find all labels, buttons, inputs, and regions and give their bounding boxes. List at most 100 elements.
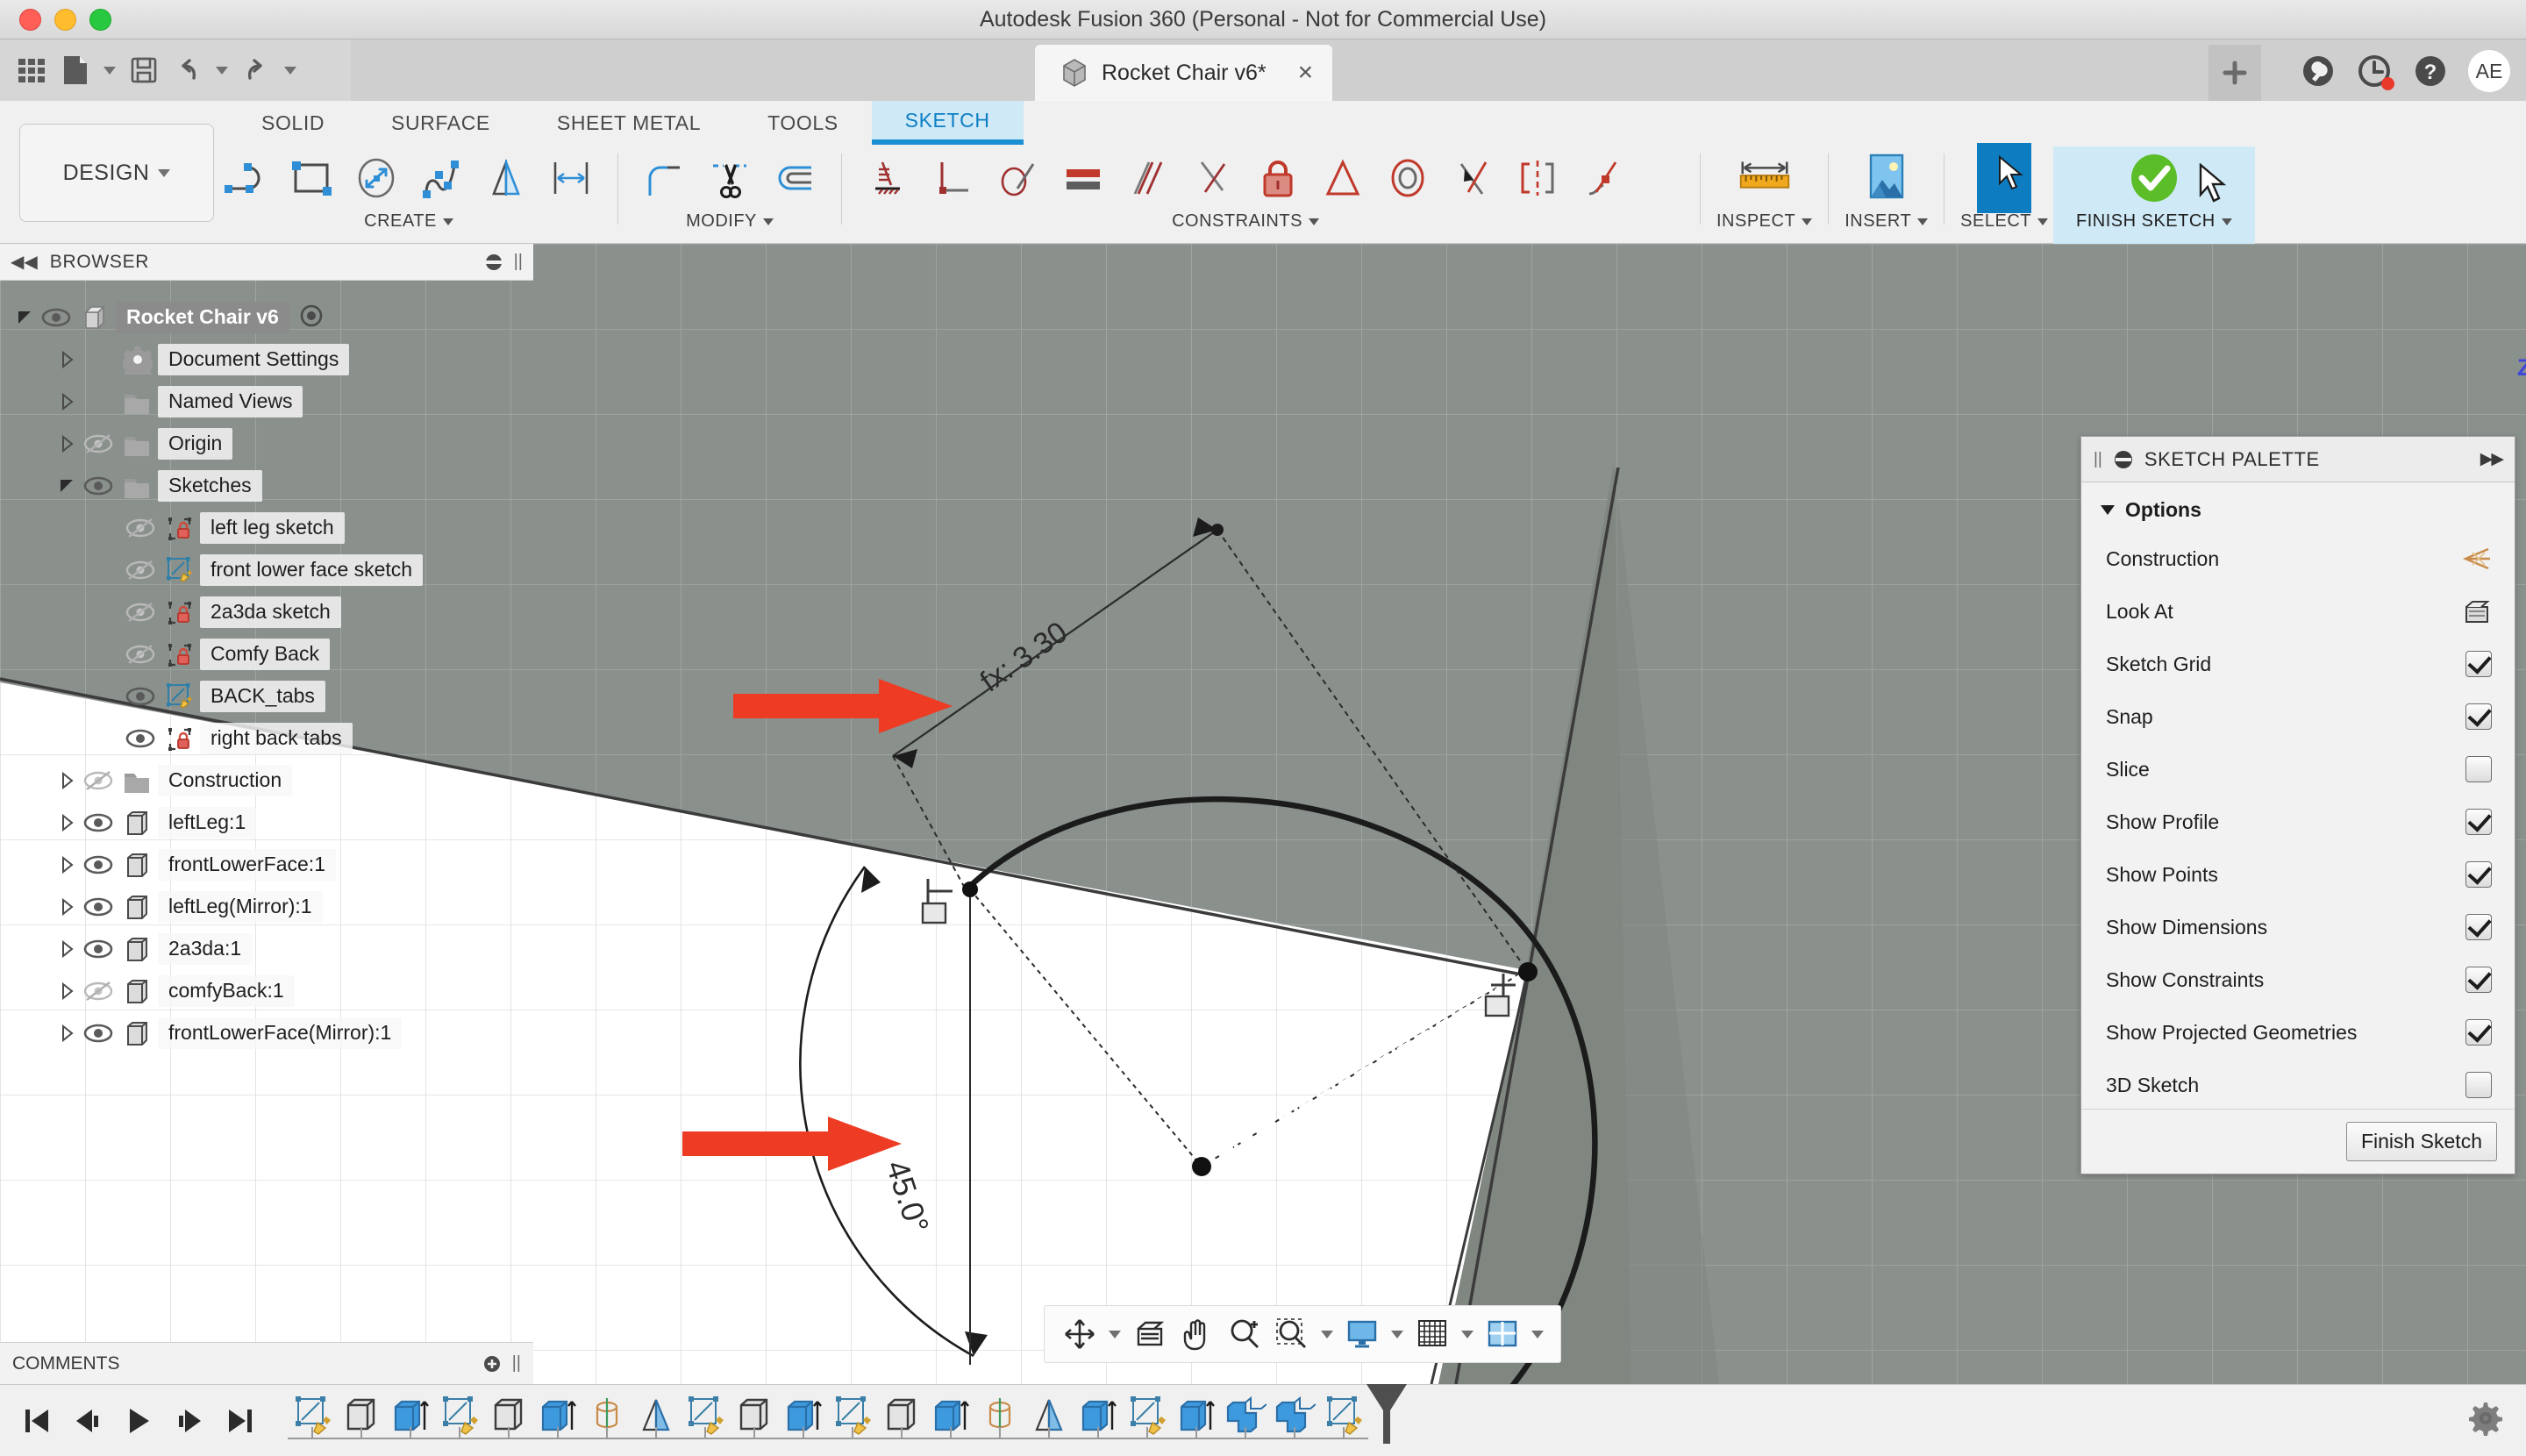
visibility-eye-icon[interactable] xyxy=(83,811,113,834)
pan-icon[interactable] xyxy=(1174,1310,1220,1359)
visibility-toggle[interactable] xyxy=(121,517,160,539)
go-to-end-icon[interactable] xyxy=(223,1402,258,1440)
concentric-icon[interactable] xyxy=(1377,147,1438,209)
timeline-feature-sketch-3[interactable] xyxy=(435,1395,484,1447)
parallel-icon[interactable] xyxy=(1117,147,1179,209)
ribbon-group-constraints-label[interactable]: CONSTRAINTS xyxy=(1172,211,1319,232)
file-icon[interactable] xyxy=(56,49,95,91)
close-icon[interactable]: × xyxy=(1298,60,1314,86)
browser-item-front-lower-face-sketch[interactable]: front lower face sketch xyxy=(0,549,533,591)
midpoint-icon[interactable] xyxy=(1312,147,1374,209)
visibility-toggle[interactable] xyxy=(79,938,118,960)
expand-arrow-icon[interactable] xyxy=(56,981,79,1001)
look-at-icon[interactable] xyxy=(2462,597,2492,625)
browser-item-rocket-chair-v6[interactable]: Rocket Chair v6 xyxy=(0,296,533,339)
visibility-toggle[interactable] xyxy=(79,896,118,918)
display-settings-caret[interactable] xyxy=(1387,1310,1408,1359)
expand-arrow-icon[interactable] xyxy=(56,392,79,411)
timeline-feature-sketch-21[interactable] xyxy=(1319,1395,1368,1447)
visibility-eye-icon[interactable] xyxy=(125,685,155,708)
display-settings-icon[interactable] xyxy=(1339,1310,1385,1359)
tab-surface[interactable]: SURFACE xyxy=(358,101,524,145)
palette-option-3d-sketch[interactable]: 3D Sketch xyxy=(2081,1059,2515,1111)
comments-resize-handle[interactable]: || xyxy=(512,1353,521,1374)
palette-option-snap[interactable]: Snap xyxy=(2081,690,2515,743)
timeline-feature-extrude-13[interactable] xyxy=(926,1395,975,1447)
perpendicular-icon[interactable] xyxy=(923,147,984,209)
chevron-down-icon[interactable] xyxy=(1917,218,1929,225)
grid-snaps-icon[interactable] xyxy=(1409,1310,1455,1359)
timeline-feature-sketch-11[interactable] xyxy=(828,1395,877,1447)
timeline-settings-button[interactable] xyxy=(2468,1401,2526,1440)
expand-palette-button[interactable]: ▶▶ xyxy=(2480,449,2504,469)
palette-option-look-at[interactable]: Look At xyxy=(2081,585,2515,638)
grid-menu-icon[interactable] xyxy=(12,49,51,91)
ribbon-group-insert-label[interactable]: INSERT xyxy=(1845,211,1929,232)
timeline-feature-revolve-14[interactable] xyxy=(975,1395,1024,1447)
comments-panel-header[interactable]: COMMENTS || xyxy=(0,1342,533,1384)
expand-arrow-icon[interactable] xyxy=(56,434,79,453)
collapse-arrow-icon[interactable] xyxy=(56,476,79,496)
zoom-icon[interactable] xyxy=(1222,1310,1267,1359)
checkbox[interactable] xyxy=(2465,756,2492,782)
visibility-eye-hidden-icon[interactable] xyxy=(83,432,113,455)
zoom-window-caret[interactable] xyxy=(1317,1310,1338,1359)
timeline-feature-sketch-0[interactable] xyxy=(288,1395,337,1447)
browser-item-named-views[interactable]: Named Views xyxy=(0,381,533,423)
browser-item-sketches[interactable]: Sketches xyxy=(0,465,533,507)
timeline-feature-body-12[interactable] xyxy=(877,1395,926,1447)
panel-resize-handle[interactable]: || xyxy=(514,252,523,272)
expand-arrow-icon[interactable] xyxy=(56,350,79,369)
browser-item-origin[interactable]: Origin xyxy=(0,423,533,465)
timeline-feature-track[interactable] xyxy=(288,1383,1421,1452)
visibility-eye-icon[interactable] xyxy=(83,1022,113,1045)
ribbon-group-create-label[interactable]: CREATE xyxy=(364,211,453,232)
chevron-down-icon[interactable] xyxy=(442,218,453,225)
expand-arrow-icon[interactable] xyxy=(56,939,79,959)
palette-option-show-projected-geometries[interactable]: Show Projected Geometries xyxy=(2081,1006,2515,1059)
palette-option-show-constraints[interactable]: Show Constraints xyxy=(2081,953,2515,1006)
timeline-feature-revolve-6[interactable] xyxy=(582,1395,632,1447)
file-menu-caret[interactable] xyxy=(100,49,119,91)
play-icon[interactable] xyxy=(121,1402,156,1440)
circle-icon[interactable] xyxy=(346,147,407,209)
tab-tools[interactable]: TOOLS xyxy=(734,101,872,145)
visibility-eye-icon[interactable] xyxy=(83,938,113,960)
offset-icon[interactable] xyxy=(764,147,825,209)
palette-option-sketch-grid[interactable]: Sketch Grid xyxy=(2081,638,2515,690)
tab-sketch[interactable]: SKETCH xyxy=(871,101,1024,145)
green-check-icon[interactable] xyxy=(2123,147,2185,209)
visibility-eye-hidden-icon[interactable] xyxy=(83,769,113,792)
orbit-caret[interactable] xyxy=(1104,1310,1125,1359)
visibility-eye-hidden-icon[interactable] xyxy=(125,643,155,666)
palette-grip[interactable]: || xyxy=(2094,450,2102,469)
timeline-feature-extrude-10[interactable] xyxy=(779,1395,828,1447)
timeline-feature-sketch-8[interactable] xyxy=(681,1395,730,1447)
palette-option-show-profile[interactable]: Show Profile xyxy=(2081,796,2515,848)
job-status-icon[interactable] xyxy=(2356,53,2394,90)
browser-item-2a3da-sketch[interactable]: 2a3da sketch xyxy=(0,591,533,633)
save-icon[interactable] xyxy=(125,49,163,91)
redo-icon[interactable] xyxy=(237,49,275,91)
chevron-down-icon[interactable] xyxy=(1308,218,1319,225)
visibility-toggle[interactable] xyxy=(79,853,118,876)
palette-option-show-points[interactable]: Show Points xyxy=(2081,848,2515,901)
document-tab[interactable]: Rocket Chair v6* × xyxy=(1035,45,1333,101)
browser-item-left-leg-sketch[interactable]: left leg sketch xyxy=(0,507,533,549)
visibility-eye-hidden-icon[interactable] xyxy=(83,980,113,1003)
visibility-toggle[interactable] xyxy=(37,306,75,329)
avatar[interactable]: AE xyxy=(2468,50,2510,92)
timeline-feature-mirror-15[interactable] xyxy=(1024,1395,1074,1447)
insert-image-icon[interactable] xyxy=(1856,147,1917,209)
visibility-toggle[interactable] xyxy=(121,601,160,624)
visibility-toggle[interactable] xyxy=(121,727,160,750)
browser-item-frontlowerface-1[interactable]: frontLowerFace:1 xyxy=(0,844,533,886)
new-tab-button[interactable] xyxy=(2208,45,2261,101)
visibility-toggle[interactable] xyxy=(79,980,118,1003)
browser-item-back-tabs[interactable]: BACK_tabs xyxy=(0,675,533,717)
palette-options-section-header[interactable]: Options xyxy=(2081,482,2515,532)
checkbox[interactable] xyxy=(2465,914,2492,940)
mirror-icon[interactable] xyxy=(475,147,537,209)
spline-icon[interactable] xyxy=(410,147,472,209)
palette-option-construction[interactable]: Construction xyxy=(2081,532,2515,585)
